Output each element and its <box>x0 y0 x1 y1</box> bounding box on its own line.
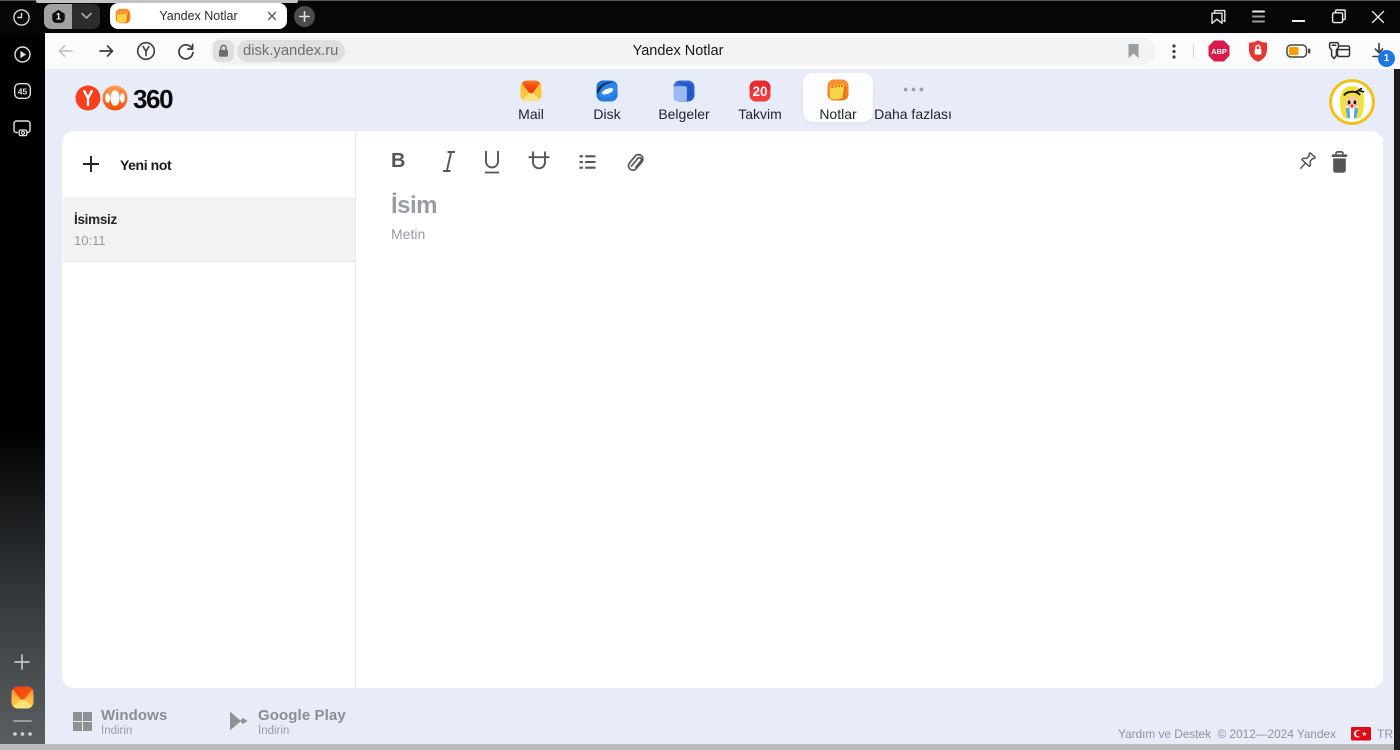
svg-text:20: 20 <box>752 84 767 99</box>
svg-text:1: 1 <box>56 12 61 22</box>
svg-text:ABP: ABP <box>1211 47 1227 56</box>
svg-text:45: 45 <box>18 86 28 96</box>
